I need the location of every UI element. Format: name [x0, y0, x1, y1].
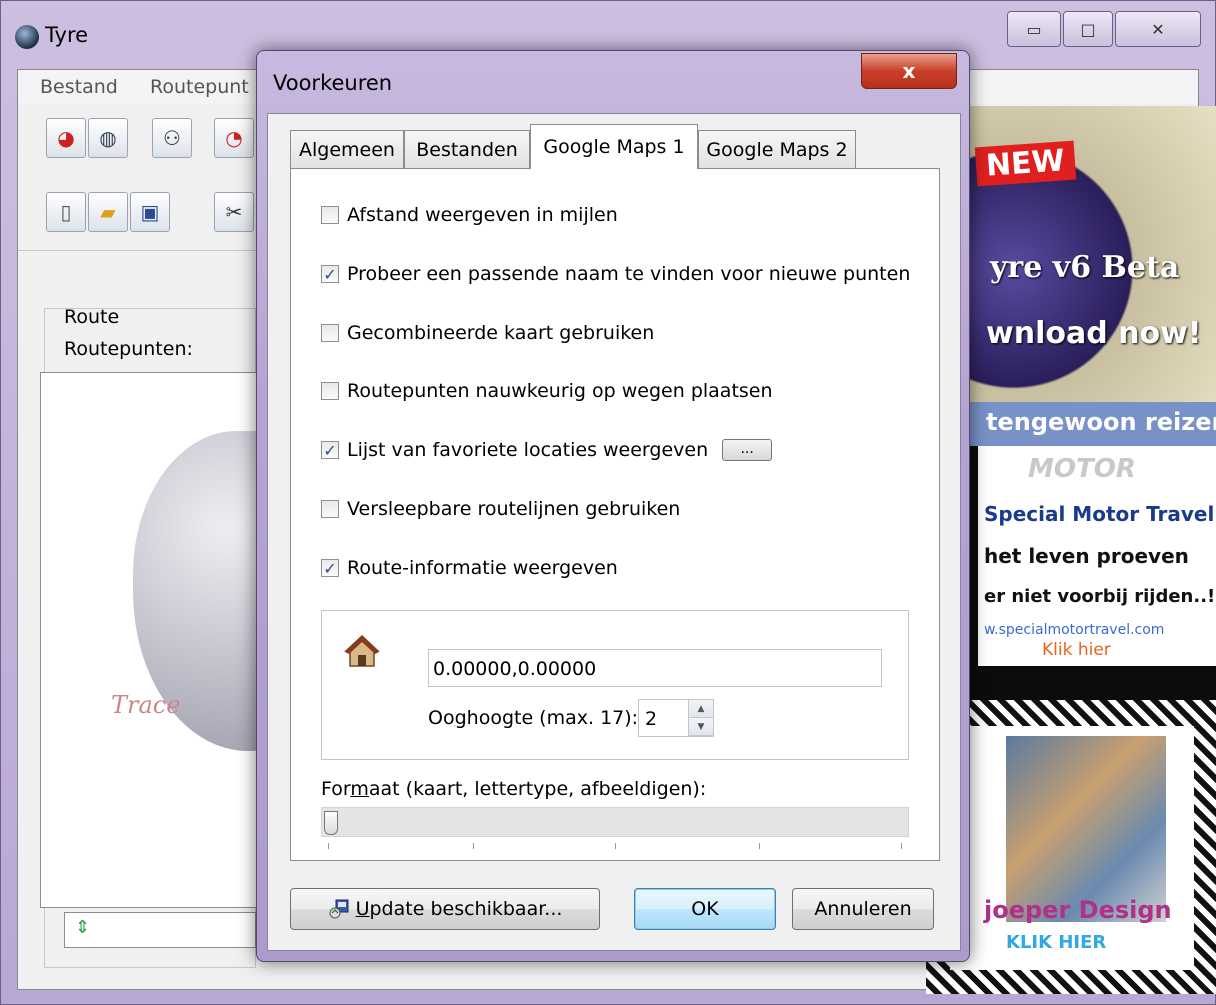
option-gecombineerde-kaart[interactable]: Gecombineerde kaart gebruiken — [321, 321, 654, 345]
formaat-label-pre: For — [321, 778, 351, 800]
checkbox-versleepbare-routelijnen[interactable] — [321, 500, 339, 518]
option-route-informatie[interactable]: ✓ Route-informatie weergeven — [321, 556, 618, 580]
dialog-close-button[interactable]: x — [861, 53, 957, 89]
slider-tick — [901, 843, 902, 849]
ad-beta-text: yre v6 Beta — [990, 250, 1180, 285]
ooghoogte-spin-buttons: ▲ ▼ — [688, 700, 713, 736]
formaat-label-mnemonic: m — [350, 778, 369, 800]
cut-icon[interactable]: ✂ — [214, 192, 254, 232]
update-mnemonic: U — [355, 898, 370, 920]
ad2-line3: er niet voorbij rijden..! — [984, 586, 1216, 607]
dialog-client: Algemeen Bestanden Google Maps 1 Google … — [267, 113, 961, 951]
ad3-klik: KLIK HIER — [1006, 932, 1107, 953]
up-down-arrows-icon[interactable]: ⇕ — [75, 917, 90, 938]
spin-up-icon[interactable]: ▲ — [689, 700, 713, 718]
routepunten-label: Routepunten: — [64, 338, 193, 360]
app-icon — [15, 25, 39, 49]
option-versleepbare-routelijnen[interactable]: Versleepbare routelijnen gebruiken — [321, 497, 680, 521]
home-groupbox: 0.00000,0.00000 Ooghoogte (max. 17): 2 ▲… — [321, 610, 909, 760]
ad-download-text: wnload now! — [986, 316, 1202, 351]
update-button[interactable]: Update beschikbaar... — [290, 888, 600, 930]
checkbox-routepunten-wegen[interactable] — [321, 382, 339, 400]
open-folder-icon[interactable]: ▰ — [88, 192, 128, 232]
ooghoogte-label-pre: Oo — [428, 707, 455, 729]
slider-tick — [759, 843, 760, 849]
ad2-line1: Special Motor Travel — [984, 502, 1215, 526]
logo-trace-text: Trace — [111, 691, 181, 719]
dialog-title: Voorkeuren — [273, 71, 393, 95]
formaat-slider[interactable] — [321, 807, 909, 837]
tab-google-maps-1[interactable]: Google Maps 1 — [530, 124, 698, 169]
option-mijlen-label: Afstand weergeven in mijlen — [347, 204, 618, 226]
option-routepunten-wegen-label: Routepunten nauwkeurig op wegen plaatsen — [347, 380, 773, 402]
tab-algemeen[interactable]: Algemeen — [290, 130, 404, 168]
binoculars-icon[interactable]: ⚇ — [152, 118, 192, 158]
ad-new-badge: NEW — [974, 140, 1076, 187]
ooghoogte-label-mnemonic: g — [454, 707, 467, 729]
update-label: pdate beschikbaar... — [369, 898, 563, 920]
checkbox-favoriete-locaties[interactable]: ✓ — [321, 441, 339, 460]
ad2-url: w.specialmotortravel.com — [984, 622, 1165, 638]
maximize-button[interactable]: □ — [1063, 11, 1113, 47]
menu-routepunten[interactable]: Routepunt — [150, 76, 249, 98]
home-icon — [344, 634, 380, 667]
home-coordinates-input[interactable]: 0.00000,0.00000 — [428, 649, 882, 687]
ad2-klik: Klik hier — [1042, 640, 1111, 660]
ad2-brand: MOTOR — [1028, 454, 1136, 484]
order-spinner[interactable]: ⇕ — [64, 912, 256, 948]
option-versleepbare-routelijnen-label: Versleepbare routelijnen gebruiken — [347, 498, 681, 520]
alert-globe-icon[interactable]: ◔ — [214, 118, 254, 158]
menu-bestand[interactable]: Bestand — [40, 76, 118, 98]
window-title: Tyre — [45, 23, 89, 47]
slider-tick — [615, 843, 616, 849]
ooghoogte-spinner[interactable]: 2 ▲ ▼ — [638, 699, 714, 737]
cancel-button[interactable]: Annuleren — [792, 888, 934, 930]
ad3-title: joeper Design — [984, 896, 1172, 924]
option-route-informatie-label: Route-informatie weergeven — [347, 557, 618, 579]
option-routepunten-wegen[interactable]: Routepunten nauwkeurig op wegen plaatsen — [321, 379, 773, 403]
ok-button[interactable]: OK — [634, 888, 776, 930]
checkbox-mijlen[interactable] — [321, 206, 339, 224]
formaat-label-post: aat (kaart, lettertype, afbeeldigen): — [368, 778, 707, 800]
favorites-edit-button[interactable]: ... — [722, 439, 773, 461]
option-mijlen[interactable]: Afstand weergeven in mijlen — [321, 203, 618, 227]
option-favoriete-locaties[interactable]: ✓ Lijst van favoriete locaties weergeven… — [321, 438, 773, 462]
ad2-line2: het leven proeven — [984, 544, 1189, 568]
formaat-label: Formaat (kaart, lettertype, afbeeldigen)… — [321, 778, 706, 800]
formaat-slider-thumb[interactable] — [324, 811, 338, 835]
route-label: Route — [64, 306, 120, 328]
option-passende-naam[interactable]: ✓ Probeer een passende naam te vinden vo… — [321, 262, 910, 286]
tab-page-google-maps-1: Afstand weergeven in mijlen ✓ Probeer ee… — [290, 168, 940, 861]
checkbox-route-informatie[interactable]: ✓ — [321, 559, 339, 578]
globe-icon[interactable]: ◍ — [88, 118, 128, 158]
slider-tick — [328, 843, 329, 849]
option-favoriete-locaties-label: Lijst van favoriete locaties weergeven — [347, 439, 709, 461]
option-passende-naam-label: Probeer een passende naam te vinden voor… — [347, 263, 911, 285]
option-gecombineerde-kaart-label: Gecombineerde kaart gebruiken — [347, 322, 655, 344]
ooghoogte-value[interactable]: 2 — [645, 708, 657, 730]
tab-google-maps-2[interactable]: Google Maps 2 — [698, 130, 856, 168]
ooghoogte-label: Ooghoogte (max. 17): — [428, 707, 638, 729]
route-red-icon[interactable]: ◕ — [46, 118, 86, 158]
update-icon — [329, 899, 349, 919]
minimize-button[interactable]: ▭ — [1007, 11, 1061, 47]
ad3-photo — [1006, 736, 1166, 922]
close-button[interactable]: ✕ — [1115, 11, 1201, 47]
checkbox-passende-naam[interactable]: ✓ — [321, 265, 339, 284]
new-file-icon[interactable]: ▯ — [46, 192, 86, 232]
slider-tick — [473, 843, 474, 849]
preferences-dialog: Voorkeuren x Algemeen Bestanden Google M… — [256, 50, 970, 962]
routepunten-list[interactable]: Trace — [40, 372, 272, 908]
spin-down-icon[interactable]: ▼ — [689, 718, 713, 736]
checkbox-gecombineerde-kaart[interactable] — [321, 324, 339, 342]
ad2-card: MOTOR Special Motor Travel het leven pro… — [978, 446, 1216, 666]
ooghoogte-label-post: hoogte (max. 17): — [466, 707, 639, 729]
tab-bestanden[interactable]: Bestanden — [404, 130, 530, 168]
save-icon[interactable]: ▣ — [130, 192, 170, 232]
